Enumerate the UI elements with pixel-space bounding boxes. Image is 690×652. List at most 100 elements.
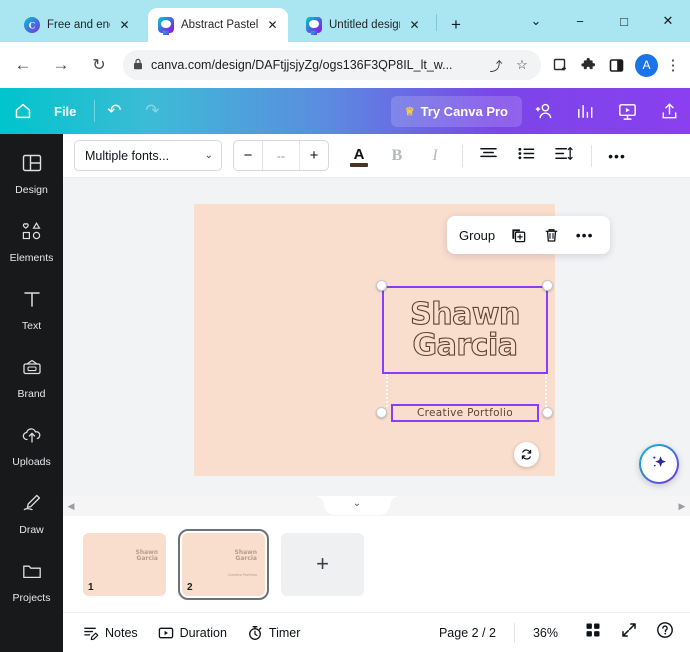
browser-menu-icon[interactable]: ⋮: [662, 56, 684, 74]
browser-tab-1[interactable]: Abstract Pastel ✕: [148, 8, 288, 42]
subtitle-text-element[interactable]: Creative Portfolio: [391, 404, 539, 422]
analytics-icon[interactable]: [564, 101, 606, 122]
title-text-content: Shawn Garcia: [384, 288, 546, 372]
text-color-button[interactable]: A: [343, 140, 375, 172]
bookmark-star-icon[interactable]: ☆: [513, 57, 531, 73]
new-tab-button[interactable]: +: [445, 14, 467, 36]
design-page[interactable]: Group ••• Shawn Garcia Creative Portfoli…: [194, 204, 610, 476]
sidebar-item-label: Brand: [17, 388, 46, 400]
resize-handle-top-left[interactable]: [376, 280, 387, 291]
resize-handle-top-right[interactable]: [542, 280, 553, 291]
close-icon[interactable]: ✕: [407, 18, 422, 33]
group-button[interactable]: Group: [459, 228, 495, 243]
sidebar-item-brand[interactable]: Brand: [0, 344, 63, 412]
browser-tab-title: Untitled design: [329, 19, 400, 31]
forward-icon[interactable]: →: [46, 50, 76, 80]
bold-button[interactable]: B: [381, 140, 413, 172]
resize-handle-bottom-left[interactable]: [376, 407, 387, 418]
more-actions-button[interactable]: •••: [575, 226, 594, 245]
bulleted-list-icon: [517, 146, 535, 165]
extensions-puzzle-icon[interactable]: [575, 52, 601, 78]
scroll-right-arrow[interactable]: ▶: [674, 501, 690, 512]
share-export-icon[interactable]: [648, 101, 690, 122]
scroll-track[interactable]: ⌄: [79, 496, 674, 516]
canvas-scrollbar[interactable]: ◀ ⌄ ▶: [63, 496, 690, 516]
sidebar-item-projects[interactable]: Projects: [0, 548, 63, 616]
duration-button[interactable]: Duration: [158, 625, 227, 641]
notes-label: Notes: [105, 625, 138, 640]
close-icon[interactable]: ✕: [265, 18, 280, 33]
sidebar-item-label: Elements: [9, 252, 54, 264]
grid-view-button[interactable]: [578, 618, 608, 648]
add-page-button[interactable]: +: [281, 532, 364, 596]
file-menu[interactable]: File: [54, 104, 76, 119]
font-size-decrease-button[interactable]: −: [234, 141, 262, 170]
sparkle-magic-icon: [649, 452, 669, 477]
sidebar-item-elements[interactable]: Elements: [0, 208, 63, 276]
tab-search-icon[interactable]: ⌄: [514, 0, 558, 42]
font-size-value[interactable]: --: [262, 141, 300, 170]
reload-icon[interactable]: ↻: [84, 50, 114, 80]
bulleted-list-button[interactable]: [510, 140, 542, 172]
selection-float-toolbar: Group •••: [447, 216, 610, 254]
notes-button[interactable]: Notes: [83, 625, 138, 641]
share-icon[interactable]: ⤴: [487, 56, 505, 75]
thumbnail-title: Shawn Garcia: [235, 549, 257, 563]
present-icon[interactable]: [606, 101, 648, 122]
collapse-pages-panel-button[interactable]: ⌄: [314, 496, 400, 515]
svg-text:C: C: [29, 21, 36, 31]
help-icon: [656, 621, 674, 644]
font-family-select[interactable]: Multiple fonts... ⌄: [74, 140, 222, 171]
minimize-button[interactable]: −: [558, 0, 602, 42]
bold-label: B: [391, 146, 403, 164]
duplicate-icon[interactable]: [509, 226, 528, 245]
scroll-left-arrow[interactable]: ◀: [63, 501, 79, 512]
trash-icon[interactable]: [542, 226, 561, 245]
fullscreen-icon: [621, 622, 637, 643]
reading-list-icon[interactable]: [547, 52, 573, 78]
sidebar-item-draw[interactable]: Draw: [0, 480, 63, 548]
rotate-handle[interactable]: [514, 442, 539, 467]
back-icon[interactable]: ←: [8, 50, 38, 80]
toolbar-divider: [462, 144, 463, 167]
subtitle-text-content: Creative Portfolio: [417, 407, 513, 419]
bottom-divider: [513, 622, 515, 643]
browser-tab-2[interactable]: Untitled design ✕: [296, 8, 430, 42]
page-indicator[interactable]: Page 2 / 2: [439, 626, 496, 640]
page-thumbnail-1[interactable]: Shawn Garcia 1: [83, 532, 166, 596]
magic-studio-button[interactable]: [639, 444, 679, 484]
fullscreen-button[interactable]: [614, 618, 644, 648]
profile-avatar[interactable]: A: [635, 53, 658, 77]
redo-icon[interactable]: ↷: [133, 101, 171, 121]
address-bar[interactable]: canva.com/design/DAFtjjsjyZg/ogs136F3QP8…: [123, 50, 541, 80]
page-thumbnail-2[interactable]: Shawn Garcia Creative Portfolio 2: [178, 528, 269, 600]
italic-button[interactable]: I: [419, 140, 451, 172]
home-icon[interactable]: [0, 101, 46, 121]
upload-cloud-icon: [21, 424, 43, 451]
undo-icon[interactable]: ↶: [95, 101, 133, 121]
sidebar-item-text[interactable]: Text: [0, 276, 63, 344]
close-window-button[interactable]: ✕: [646, 0, 690, 42]
close-icon[interactable]: ✕: [117, 18, 132, 33]
more-options-button[interactable]: •••: [601, 140, 633, 172]
sidebar-item-label: Uploads: [12, 456, 51, 468]
try-canva-pro-button[interactable]: ♕ Try Canva Pro: [390, 95, 522, 127]
title-text-element[interactable]: Shawn Garcia: [382, 286, 548, 374]
font-size-increase-button[interactable]: +: [300, 141, 328, 170]
add-collaborator-icon[interactable]: [522, 101, 564, 122]
sidebar-item-uploads[interactable]: Uploads: [0, 412, 63, 480]
zoom-level[interactable]: 36%: [533, 626, 558, 640]
resize-handle-bottom-right[interactable]: [542, 407, 553, 418]
canvas-area[interactable]: Group ••• Shawn Garcia Creative Portfoli…: [63, 178, 690, 496]
bottom-bar: Notes Duration Timer Page 2 / 2 36%: [63, 612, 690, 652]
page-number: 1: [88, 581, 94, 593]
side-panel-icon[interactable]: [603, 52, 629, 78]
browser-tab-0[interactable]: C Free and engag ✕: [14, 8, 140, 42]
maximize-button[interactable]: □: [602, 0, 646, 42]
line-spacing-button[interactable]: [548, 140, 580, 172]
timer-button[interactable]: Timer: [247, 625, 300, 641]
browser-toolbar: ← → ↻ canva.com/design/DAFtjjsjyZg/ogs13…: [0, 42, 690, 88]
text-align-button[interactable]: [472, 140, 504, 172]
help-button[interactable]: [650, 618, 680, 648]
sidebar-item-design[interactable]: Design: [0, 140, 63, 208]
